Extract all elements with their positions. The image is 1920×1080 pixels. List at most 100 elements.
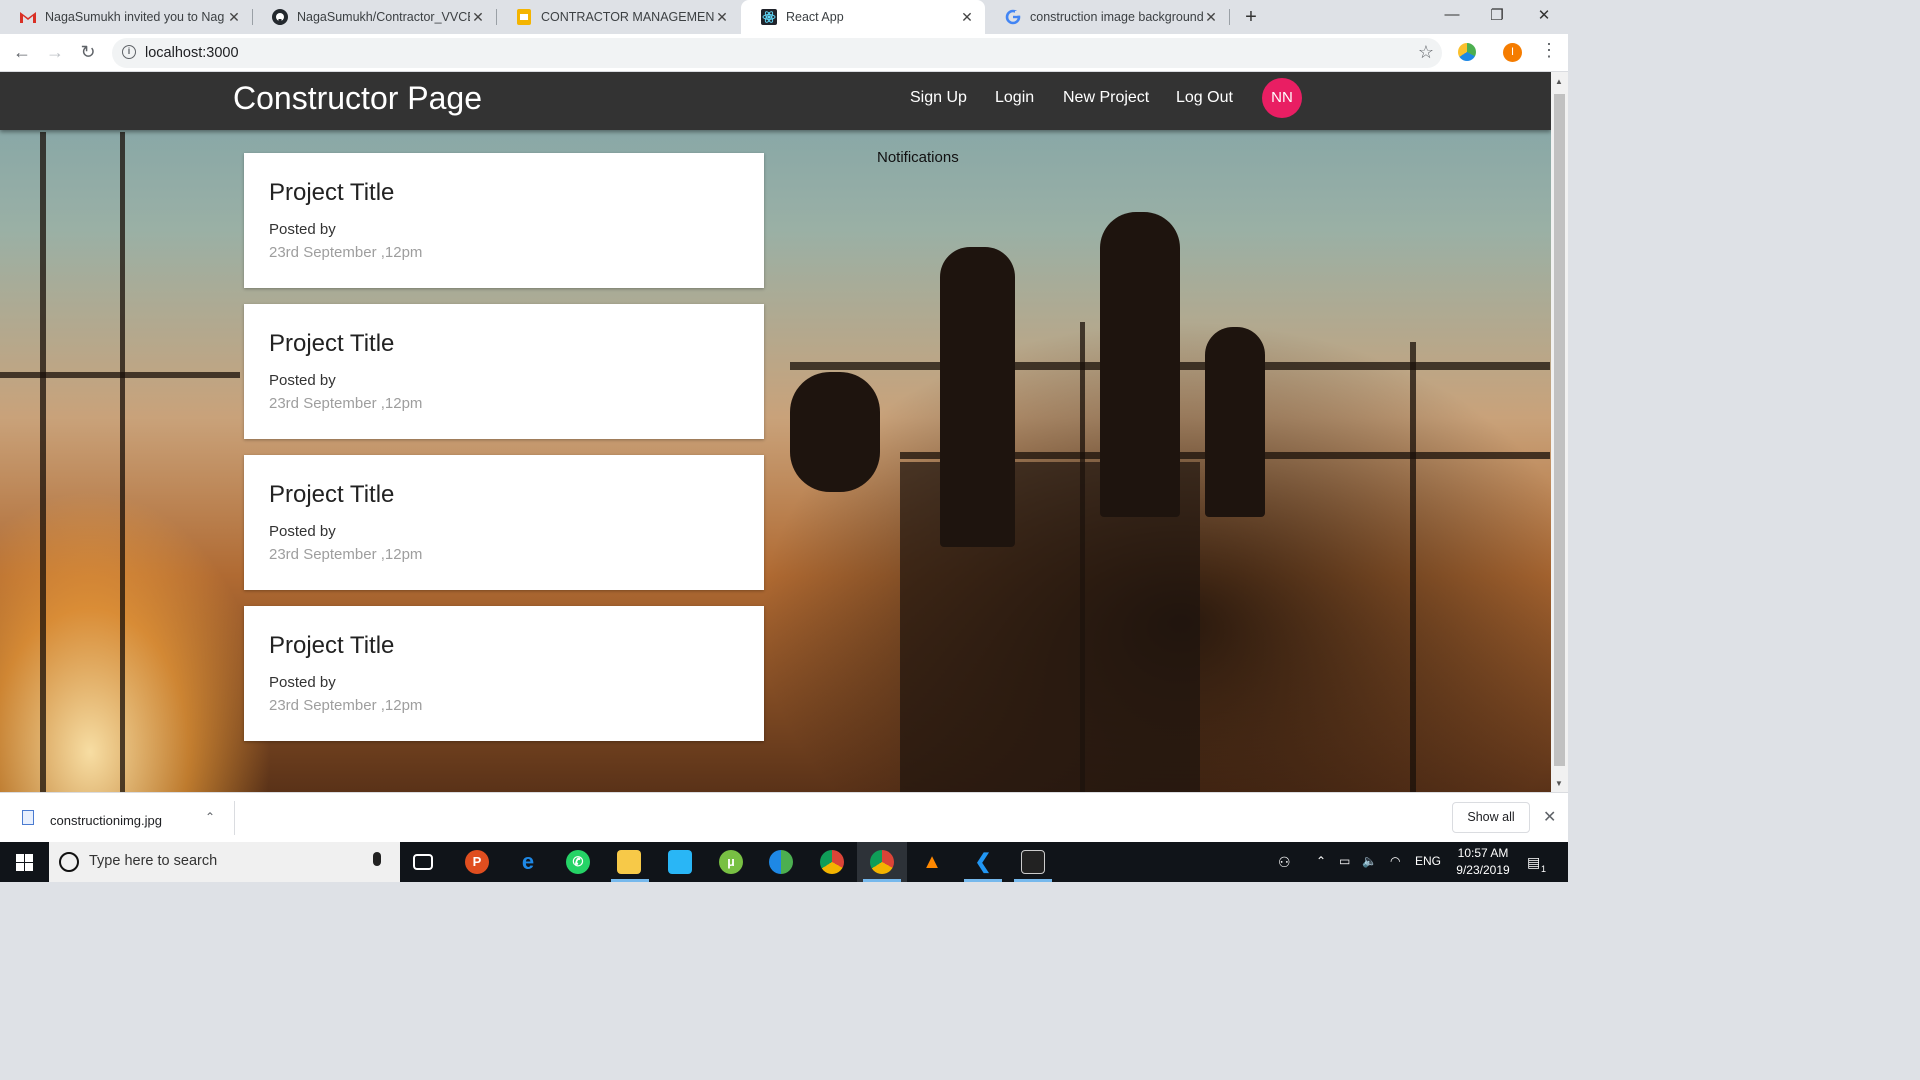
utorrent-icon[interactable]: µ (719, 850, 743, 874)
chevron-up-icon[interactable]: ⌃ (205, 810, 215, 824)
slides-icon (516, 9, 532, 25)
running-indicator (863, 879, 901, 882)
tab-react-app[interactable]: React App ✕ (741, 0, 985, 34)
gmail-icon (20, 9, 36, 25)
windows-taskbar: Type here to search P e ✆ µ ▲ ❮ ⚇ ⌃ ▭ 🔈 … (0, 842, 1568, 882)
forward-icon[interactable]: → (44, 42, 66, 63)
bookmark-star-icon[interactable]: ☆ (1418, 42, 1434, 63)
scroll-down-icon[interactable]: ▼ (1555, 779, 1563, 788)
globe-app-icon[interactable] (769, 850, 793, 874)
project-card[interactable]: Project Title Posted by 23rd September ,… (244, 606, 764, 741)
logout-link[interactable]: Log Out (1176, 89, 1233, 107)
language-indicator[interactable]: ENG (1415, 854, 1441, 868)
whatsapp-icon[interactable]: ✆ (566, 850, 590, 874)
scrollbar-thumb[interactable] (1554, 94, 1565, 766)
login-link[interactable]: Login (995, 89, 1034, 107)
github-icon (272, 9, 288, 25)
tab-title: construction image background (1030, 10, 1203, 24)
tab-gmail[interactable]: NagaSumukh invited you to Nag ✕ (0, 0, 252, 34)
project-date: 23rd September ,12pm (269, 697, 423, 714)
show-all-button[interactable]: Show all (1452, 802, 1530, 833)
project-card[interactable]: Project Title Posted by 23rd September ,… (244, 153, 764, 288)
minimize-icon[interactable]: — (1437, 6, 1467, 23)
powerpoint-p-icon[interactable]: P (465, 850, 489, 874)
profile-avatar[interactable]: I (1503, 43, 1522, 62)
new-project-link[interactable]: New Project (1063, 89, 1149, 107)
project-date: 23rd September ,12pm (269, 395, 423, 412)
project-title: Project Title (269, 481, 395, 508)
download-filename[interactable]: constructionimg.jpg (50, 813, 162, 828)
page-scrollbar[interactable]: ▲ ▼ (1551, 72, 1568, 792)
project-title: Project Title (269, 330, 395, 357)
close-tab-icon[interactable]: ✕ (226, 9, 242, 26)
volume-icon[interactable]: 🔈 (1362, 854, 1377, 868)
task-view-icon[interactable] (413, 854, 433, 870)
project-posted-by: Posted by (269, 372, 336, 389)
vlc-icon[interactable]: ▲ (920, 850, 944, 874)
close-shelf-icon[interactable]: ✕ (1543, 807, 1556, 827)
project-title: Project Title (269, 632, 395, 659)
chrome-active-icon[interactable] (870, 850, 894, 874)
project-card[interactable]: Project Title Posted by 23rd September ,… (244, 455, 764, 590)
react-icon (761, 9, 777, 25)
image-file-icon (22, 810, 34, 825)
close-window-icon[interactable]: ✕ (1529, 6, 1559, 24)
address-bar[interactable]: i localhost:3000 ☆ (112, 38, 1442, 68)
project-title: Project Title (269, 179, 395, 206)
tab-title: NagaSumukh invited you to Nag (45, 10, 225, 24)
store-icon[interactable] (668, 850, 692, 874)
windows-start-icon[interactable] (16, 854, 33, 871)
project-posted-by: Posted by (269, 523, 336, 540)
terminal-icon[interactable] (1021, 850, 1045, 874)
tab-slides[interactable]: CONTRACTOR MANAGEMENT SY ✕ (496, 0, 740, 34)
signup-link[interactable]: Sign Up (910, 89, 967, 107)
close-tab-icon[interactable]: ✕ (714, 9, 730, 26)
tab-title: CONTRACTOR MANAGEMENT SY (541, 10, 714, 24)
download-shelf: constructionimg.jpg ⌃ Show all ✕ (0, 792, 1568, 842)
wifi-icon[interactable]: ◠ (1390, 854, 1400, 868)
menu-kebab-icon[interactable]: ⋮ (1540, 40, 1558, 61)
browser-tab-strip: NagaSumukh invited you to Nag ✕ NagaSumu… (0, 0, 1568, 34)
project-card[interactable]: Project Title Posted by 23rd September ,… (244, 304, 764, 439)
scroll-up-icon[interactable]: ▲ (1555, 77, 1563, 86)
close-tab-icon[interactable]: ✕ (1203, 9, 1219, 26)
reload-icon[interactable]: ↻ (77, 42, 99, 63)
search-placeholder: Type here to search (89, 853, 218, 869)
url-text[interactable]: localhost:3000 (145, 45, 239, 61)
file-explorer-icon[interactable] (617, 850, 641, 874)
project-date: 23rd September ,12pm (269, 244, 423, 261)
notification-count: 1 (1541, 864, 1547, 874)
google-icon (1005, 9, 1021, 25)
project-date: 23rd September ,12pm (269, 546, 423, 563)
back-icon[interactable]: ← (11, 42, 33, 63)
extension-icon[interactable] (1458, 43, 1476, 61)
restore-icon[interactable]: ❐ (1482, 6, 1512, 24)
action-center-icon[interactable]: ▤ (1527, 854, 1540, 871)
battery-icon[interactable]: ▭ (1339, 854, 1350, 868)
app-navbar: Constructor Page Sign Up Login New Proje… (0, 72, 1551, 130)
project-posted-by: Posted by (269, 674, 336, 691)
chrome-icon[interactable] (820, 850, 844, 874)
taskbar-clock[interactable]: 10:57 AM 9/23/2019 (1450, 845, 1516, 879)
user-avatar[interactable]: NN (1262, 78, 1302, 118)
tab-title: React App (786, 10, 844, 24)
info-icon[interactable]: i (122, 45, 136, 59)
edge-icon[interactable]: e (516, 850, 540, 874)
new-tab-icon[interactable]: + (1240, 6, 1262, 29)
shelf-divider (234, 801, 235, 835)
page-viewport: Constructor Page Sign Up Login New Proje… (0, 72, 1551, 792)
cortana-icon (59, 852, 79, 872)
close-tab-icon[interactable]: ✕ (470, 9, 486, 26)
tab-divider (1229, 9, 1230, 25)
notifications-label[interactable]: Notifications (877, 149, 959, 166)
running-indicator (1014, 879, 1052, 882)
tab-google-search[interactable]: construction image background ✕ (985, 0, 1229, 34)
close-tab-icon[interactable]: ✕ (959, 9, 975, 26)
taskbar-search-box[interactable]: Type here to search (49, 842, 400, 882)
vscode-icon[interactable]: ❮ (971, 850, 995, 874)
tab-github[interactable]: NagaSumukh/Contractor_VVCE ✕ (252, 0, 496, 34)
microphone-icon[interactable] (373, 852, 381, 866)
chevron-up-tray-icon[interactable]: ⌃ (1316, 854, 1326, 868)
people-icon[interactable]: ⚇ (1278, 854, 1291, 871)
brand-title[interactable]: Constructor Page (233, 80, 482, 117)
